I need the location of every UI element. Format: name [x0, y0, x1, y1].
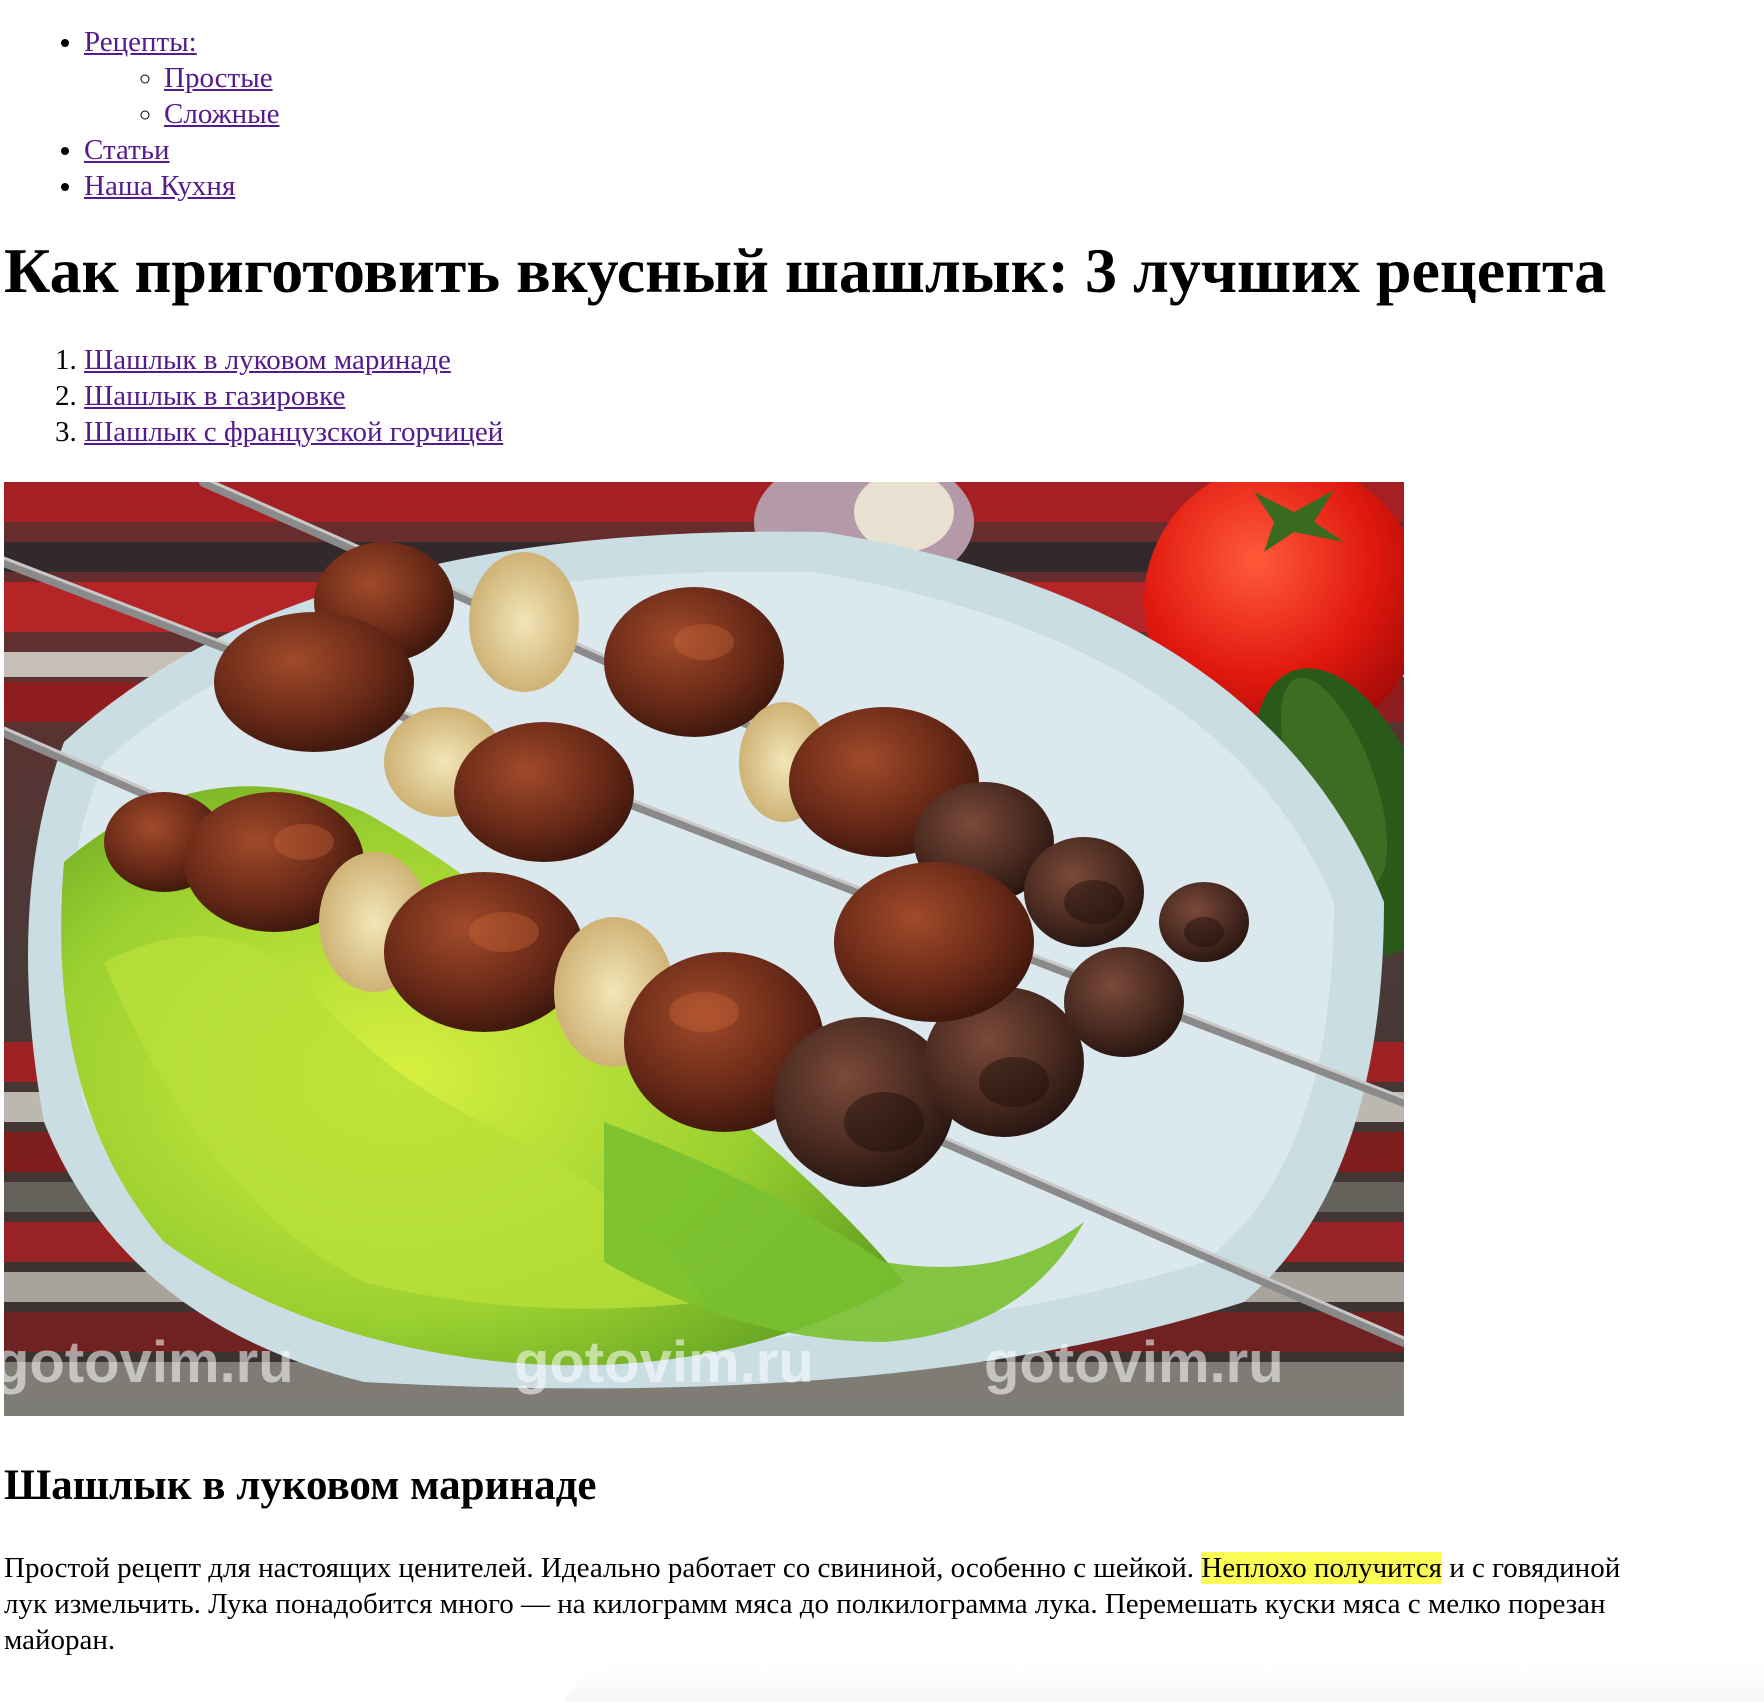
section-title-onion-marinade: Шашлык в луковом маринаде: [4, 1462, 597, 1509]
paragraph-text: и с говядиной: [1441, 1552, 1621, 1584]
toc-link-mustard[interactable]: Шашлык с французской горчицей: [84, 416, 503, 448]
toc-link-onion-marinade[interactable]: Шашлык в луковом маринаде: [84, 344, 451, 376]
toc-link-soda[interactable]: Шашлык в газировке: [84, 380, 345, 412]
nav-item-our-kitchen: Наша Кухня: [84, 168, 1764, 204]
paragraph-line-2: лук измельчить. Лука понадобится много —…: [4, 1588, 1606, 1620]
page-title: Как приготовить вкусный шашлык: 3 лучших…: [4, 235, 1607, 306]
shashlik-photo: gotovim.ru gotovim.ru gotovim.ru: [4, 482, 1404, 1416]
page: Рецепты: Простые Сложные Статьи Наша Кух…: [0, 24, 1764, 1702]
recipe-paragraph: Простой рецепт для настоящих ценителей. …: [4, 1550, 1764, 1658]
bottom-fade-overlay: [560, 1664, 1764, 1702]
nav-link-complex[interactable]: Сложные: [164, 98, 280, 130]
toc-item: Шашлык в луковом маринаде: [84, 342, 1764, 378]
hero-image: gotovim.ru gotovim.ru gotovim.ru: [4, 482, 1404, 1416]
paragraph-line-3: майоран.: [4, 1624, 116, 1656]
nav-submenu-recipes: Простые Сложные: [84, 60, 1764, 132]
watermark-text: gotovim.ru: [4, 1330, 294, 1395]
highlighted-text: Неплохо получится: [1201, 1552, 1442, 1584]
nav-subitem-simple: Простые: [164, 60, 1764, 96]
nav-subitem-complex: Сложные: [164, 96, 1764, 132]
nav-link-our-kitchen[interactable]: Наша Кухня: [84, 170, 235, 202]
table-of-contents: Шашлык в луковом маринаде Шашлык в газир…: [4, 342, 1764, 450]
watermark-text: gotovim.ru: [514, 1330, 814, 1395]
nav-link-recipes[interactable]: Рецепты:: [84, 26, 197, 58]
nav-item-articles: Статьи: [84, 132, 1764, 168]
watermark-text: gotovim.ru: [984, 1330, 1284, 1395]
site-nav: Рецепты: Простые Сложные Статьи Наша Кух…: [4, 24, 1764, 204]
nav-item-recipes: Рецепты: Простые Сложные: [84, 24, 1764, 132]
toc-item: Шашлык с французской горчицей: [84, 414, 1764, 450]
toc-item: Шашлык в газировке: [84, 378, 1764, 414]
nav-link-simple[interactable]: Простые: [164, 62, 273, 94]
paragraph-line-1: Простой рецепт для настоящих ценителей. …: [4, 1550, 1764, 1586]
paragraph-text: Простой рецепт для настоящих ценителей. …: [4, 1552, 1202, 1584]
nav-link-articles[interactable]: Статьи: [84, 134, 170, 166]
